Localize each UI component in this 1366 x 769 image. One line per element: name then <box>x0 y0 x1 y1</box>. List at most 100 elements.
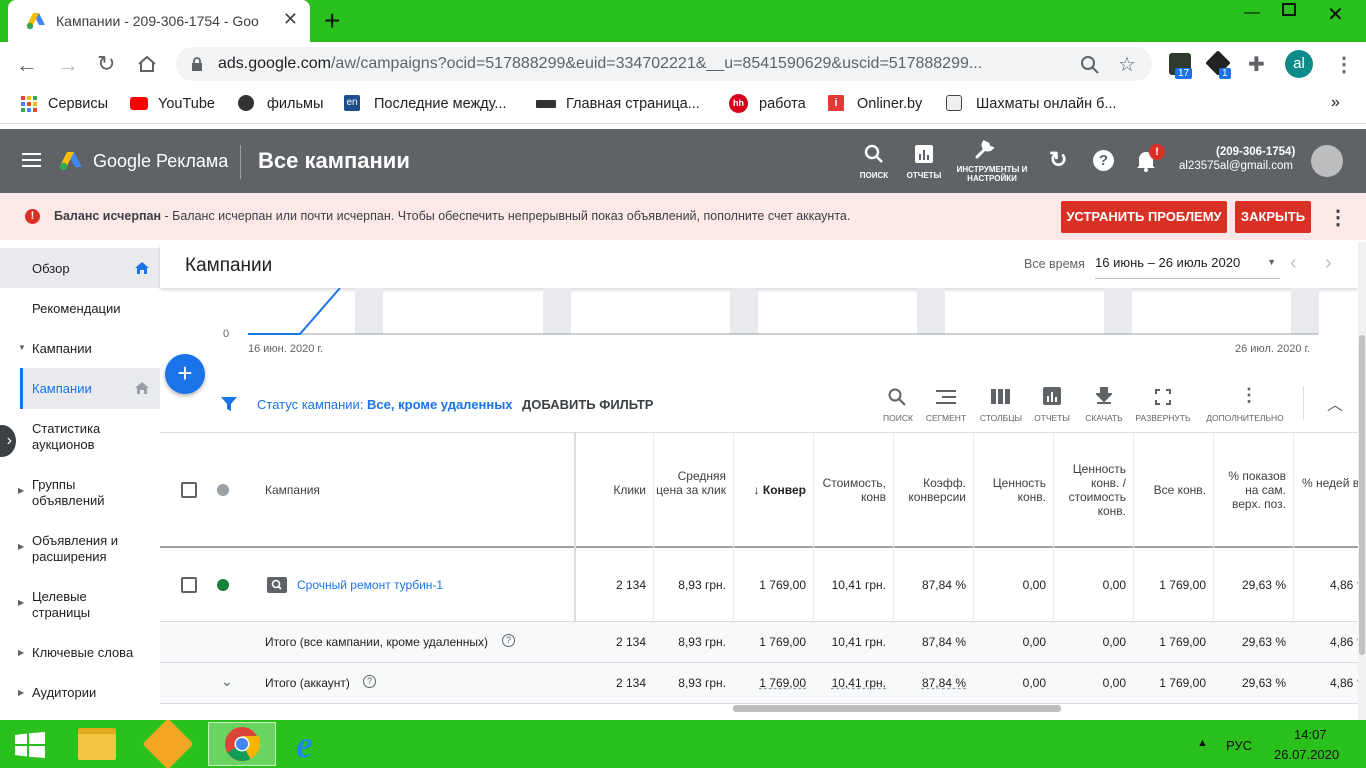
wrench-icon[interactable] <box>974 138 996 160</box>
sidebar-item-recommendations[interactable]: Рекомендации <box>32 301 121 317</box>
column-header-value-per-cost[interactable]: Ценность конв. / стоимость конв. <box>1050 462 1126 518</box>
column-header-all-conv[interactable]: Все конв. <box>1136 483 1206 497</box>
add-filter-button[interactable]: ДОБАВИТЬ ФИЛЬТР <box>522 397 653 412</box>
help-icon[interactable]: ? <box>363 675 376 688</box>
segment-button[interactable]: СЕГМЕНТ <box>922 413 970 423</box>
sidebar-item-campaigns-group[interactable]: Кампании <box>32 341 92 357</box>
column-header-conversions[interactable]: ↓ Конвер <box>736 483 806 497</box>
filter-funnel-icon[interactable] <box>220 395 238 413</box>
previous-range-icon[interactable]: ‹ <box>1290 252 1297 275</box>
date-range-select[interactable]: 16 июнь – 26 июль 2020 ▼ <box>1095 255 1280 279</box>
home-icon[interactable] <box>134 381 150 395</box>
expand-icon[interactable] <box>1155 389 1171 405</box>
tray-expand-icon[interactable]: ▲ <box>1197 737 1208 749</box>
browser-menu-icon[interactable]: ⋮ <box>1334 52 1354 77</box>
home-icon[interactable] <box>137 55 157 73</box>
browser-tab[interactable]: Кампании - 209-306-1754 - Goo ✕ <box>8 0 310 42</box>
clock-date[interactable]: 26.07.2020 <box>1274 747 1339 762</box>
language-indicator[interactable]: РУС <box>1226 738 1252 753</box>
segment-icon[interactable] <box>936 389 956 405</box>
expand-caret-icon[interactable]: ▶ <box>18 598 24 607</box>
expand-caret-icon[interactable]: ▶ <box>18 542 24 551</box>
maximize-icon[interactable] <box>1282 3 1296 16</box>
bookmark-star-icon[interactable]: ☆ <box>1118 52 1136 77</box>
select-all-checkbox[interactable] <box>181 482 197 498</box>
sidebar-item-audiences[interactable]: Аудитории <box>32 685 96 701</box>
search-icon[interactable] <box>888 388 906 406</box>
vertical-scrollbar[interactable] <box>1359 335 1365 655</box>
column-header-clicks[interactable]: Клики <box>576 483 646 497</box>
campaign-name-link[interactable]: Срочный ремонт турбин-1 <box>297 578 443 592</box>
zoom-icon[interactable] <box>1080 55 1100 75</box>
column-header-conv-value[interactable]: Ценность конв. <box>976 476 1046 504</box>
new-tab-button[interactable]: + <box>324 5 340 37</box>
file-explorer-icon[interactable] <box>78 728 116 760</box>
horizontal-scrollbar[interactable] <box>733 705 1061 712</box>
add-campaign-button[interactable]: + <box>165 354 205 394</box>
bookmark-films[interactable]: фильмы <box>267 96 323 112</box>
column-header-abs-top-impr[interactable]: % показов на сам. верх. поз. <box>1216 469 1286 511</box>
search-icon[interactable] <box>864 144 884 164</box>
sidebar-item-ads-extensions[interactable]: Объявления и расширения <box>32 533 142 565</box>
status-filter-chip[interactable]: Статус кампании: Все, кроме удаленных <box>257 397 513 412</box>
table-reports-button[interactable]: ОТЧЕТЫ <box>1032 413 1072 423</box>
url-text[interactable]: ads.google.com/aw/campaigns?ocid=5178882… <box>218 55 982 73</box>
windows-start-icon[interactable] <box>15 732 45 758</box>
column-header-avg-cpc[interactable]: Средняя цена за клик <box>656 469 726 497</box>
bookmark-news[interactable]: Последние между... <box>374 96 507 112</box>
bookmark-work[interactable]: работа <box>759 96 806 112</box>
sidebar-item-auction-insights[interactable]: Статистика аукционов <box>32 421 142 453</box>
expand-caret-icon[interactable]: ▶ <box>18 648 24 657</box>
fullscreen-button[interactable]: РАЗВЕРНУТЬ <box>1134 413 1192 423</box>
bookmarks-more[interactable]: » <box>1331 94 1340 112</box>
forward-icon[interactable]: → <box>57 52 79 78</box>
reports-icon[interactable] <box>915 145 933 163</box>
sidebar-item-ad-groups[interactable]: Группы объявлений <box>32 477 142 509</box>
column-header-conv-rate[interactable]: Коэфф. конверсии <box>896 476 966 504</box>
dismiss-alert-button[interactable]: ЗАКРЫТЬ <box>1235 201 1311 233</box>
bookmark-onliner[interactable]: Onliner.by <box>857 96 922 112</box>
hamburger-menu-icon[interactable] <box>22 153 41 167</box>
more-icon[interactable]: ⋮ <box>1240 385 1258 406</box>
download-icon[interactable] <box>1096 387 1112 405</box>
bookmark-youtube[interactable]: YouTube <box>158 96 215 112</box>
close-window-icon[interactable]: ✕ <box>1327 2 1344 27</box>
bookmark-services[interactable]: Сервисы <box>48 96 108 112</box>
lock-icon[interactable] <box>191 57 203 71</box>
header-tools-button[interactable]: ИНСТРУМЕНТЫ И НАСТРОЙКИ <box>956 165 1028 183</box>
expand-row-chevron-icon[interactable]: ⌄ <box>221 673 233 690</box>
internet-explorer-icon[interactable]: e <box>296 723 313 767</box>
column-header-interaction-rate[interactable]: % недей взаимоде <box>1296 476 1358 490</box>
bookmark-bbc[interactable]: Главная страница... <box>566 96 700 112</box>
clock-time[interactable]: 14:07 <box>1294 727 1327 742</box>
expand-caret-icon[interactable]: ▶ <box>18 688 24 697</box>
home-icon[interactable] <box>134 261 150 275</box>
header-reports-button[interactable]: ОТЧЕТЫ <box>902 171 946 180</box>
table-search-button[interactable]: ПОИСК <box>880 413 916 423</box>
account-avatar[interactable] <box>1311 145 1343 177</box>
help-icon[interactable]: ? <box>502 634 515 647</box>
profile-avatar[interactable]: al <box>1285 50 1313 78</box>
column-header-campaign[interactable]: Кампания <box>265 483 320 497</box>
sidebar-item-keywords[interactable]: Ключевые слова <box>32 645 133 661</box>
download-button[interactable]: СКАЧАТЬ <box>1082 413 1126 423</box>
row-checkbox[interactable] <box>181 577 197 593</box>
fix-problem-button[interactable]: УСТРАНИТЬ ПРОБЛЕМУ <box>1061 201 1227 233</box>
header-search-button[interactable]: ПОИСК <box>852 171 896 180</box>
more-options-button[interactable]: ДОПОЛНИТЕЛЬНО <box>1205 413 1285 423</box>
collapse-chart-icon[interactable]: ︿ <box>1327 391 1343 415</box>
bookmark-chess[interactable]: Шахматы онлайн б... <box>976 96 1117 112</box>
collapse-caret-icon[interactable]: ▼ <box>18 343 26 352</box>
extensions-puzzle-icon[interactable]: ✚ <box>1248 52 1265 77</box>
enabled-status-dot[interactable] <box>217 579 229 591</box>
refresh-icon[interactable]: ↻ <box>1049 147 1067 173</box>
back-icon[interactable]: ← <box>16 52 38 78</box>
status-header-dot[interactable] <box>217 484 229 496</box>
minimize-icon[interactable]: — <box>1244 4 1260 22</box>
reports-icon[interactable] <box>1043 387 1061 405</box>
help-icon[interactable]: ? <box>1093 150 1114 171</box>
column-header-cost-per-conv[interactable]: Стоимость, конв <box>816 476 886 504</box>
columns-button[interactable]: СТОЛБЦЫ <box>976 413 1026 423</box>
expand-caret-icon[interactable]: ▶ <box>18 486 24 495</box>
next-range-icon[interactable]: › <box>1325 252 1332 275</box>
